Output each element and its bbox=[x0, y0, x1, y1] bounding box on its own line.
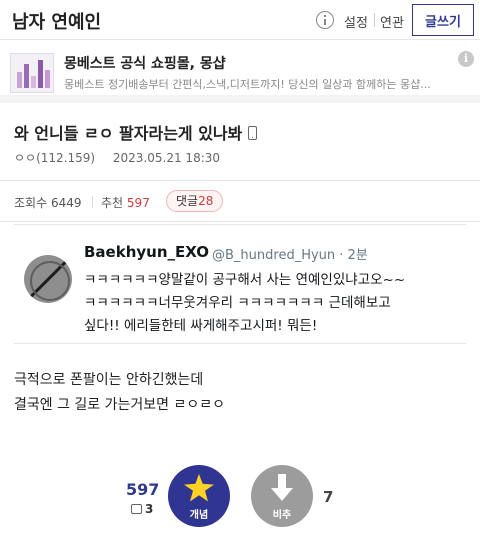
view-count: 조회수 6449 bbox=[14, 194, 82, 211]
downvote-count: 7 bbox=[323, 488, 334, 506]
upvote-button[interactable]: 개념 bbox=[168, 465, 230, 527]
tweet-text-line: ㅋㅋㅋㅋㅋㅋ너무웃겨우리 ㅋㅋㅋㅋㅋㅋㅋ 근데해보고 bbox=[84, 295, 391, 311]
ad-thumbnail[interactable] bbox=[10, 53, 54, 93]
tweet-text-line: ㅋㅋㅋㅋㅋㅋ양말같이 공구해서 사는 연예인있냐고오~~ bbox=[84, 272, 406, 288]
header-divider bbox=[374, 13, 375, 27]
post-body-line: 결국엔 그 길로 가는거보면 ㄹㅇㄹㅇ bbox=[14, 397, 225, 413]
recommend-count: 추천 597 bbox=[101, 194, 150, 211]
post-body: 극적으로 폰팔이는 안하긴했는데 결국엔 그 길로 가는거보면 ㄹㅇㄹㅇ bbox=[14, 368, 225, 418]
settings-link[interactable]: 설정 bbox=[344, 12, 368, 31]
arrow-down-icon bbox=[271, 474, 293, 502]
upvote-label: 개념 bbox=[189, 510, 209, 521]
post-author[interactable]: ㅇㅇ(112.159) bbox=[14, 151, 95, 165]
view-count-value: 6449 bbox=[50, 196, 82, 210]
mobile-phone-icon bbox=[248, 126, 258, 140]
post-meta: ㅇㅇ(112.159) 2023.05.21 18:30 bbox=[14, 149, 220, 166]
star-icon bbox=[184, 474, 214, 502]
write-post-button[interactable]: 글쓰기 bbox=[412, 4, 474, 36]
board-header: 남자 연예인 설정 연관 글쓰기 bbox=[0, 0, 480, 40]
related-link[interactable]: 연관 bbox=[380, 12, 404, 31]
fixed-user-count-value: 3 bbox=[145, 502, 154, 516]
upvote-count: 597 bbox=[126, 480, 160, 499]
reply-count-label: 댓글 bbox=[176, 194, 199, 208]
ad-info-icon[interactable]: i bbox=[458, 51, 474, 67]
vote-area: 597 3 개념 비추 7 bbox=[0, 455, 480, 534]
recommend-count-value: 597 bbox=[126, 196, 150, 210]
fixed-user-count: 3 bbox=[131, 502, 153, 516]
post-title: 와 언니들 ㄹㅇ 팔자라는게 있나봐 bbox=[14, 120, 258, 144]
tweet-screenshot-image: Baekhyun_EXO @B_hundred_Hyun · 2분 ㅋㅋㅋㅋㅋㅋ… bbox=[14, 224, 466, 344]
tweet-avatar bbox=[24, 255, 72, 303]
view-count-label: 조회수 bbox=[14, 196, 48, 210]
downvote-button[interactable]: 비추 bbox=[251, 465, 313, 527]
ad-title[interactable]: 몽베스트 공식 쇼핑몰, 몽샵 bbox=[64, 53, 226, 73]
stats-divider bbox=[92, 196, 93, 208]
reply-count-button[interactable]: 댓글28 bbox=[166, 190, 224, 212]
tweet-display-name: Baekhyun_EXO bbox=[84, 243, 210, 261]
post-date: 2023.05.21 18:30 bbox=[112, 151, 221, 165]
recommend-count-label: 추천 bbox=[101, 196, 124, 210]
fixed-user-icon bbox=[131, 504, 142, 514]
info-icon[interactable] bbox=[316, 11, 334, 29]
ad-description[interactable]: 몽베스트 정기배송부터 간편식,스낵,디저트까지! 당신의 일상과 함께하는 몽… bbox=[64, 76, 448, 92]
reply-count-value: 28 bbox=[198, 194, 214, 208]
post-body-line: 극적으로 폰팔이는 안하긴했는데 bbox=[14, 372, 204, 388]
ad-banner[interactable]: 몽베스트 공식 쇼핑몰, 몽샵 몽베스트 정기배송부터 간편식,스낵,디저트까지… bbox=[0, 41, 480, 103]
tweet-handle: @B_hundred_Hyun · 2분 bbox=[212, 248, 368, 263]
downvote-label: 비추 bbox=[272, 510, 292, 521]
tweet-text-line: 싶다!! 에리들한테 싸게해주고시퍼! 뭐든! bbox=[84, 318, 318, 334]
post-title-text: 와 언니들 ㄹㅇ 팔자라는게 있나봐 bbox=[14, 124, 243, 143]
post-stats: 조회수 6449 추천 597 댓글28 bbox=[0, 180, 480, 222]
board-title[interactable]: 남자 연예인 bbox=[12, 8, 101, 34]
